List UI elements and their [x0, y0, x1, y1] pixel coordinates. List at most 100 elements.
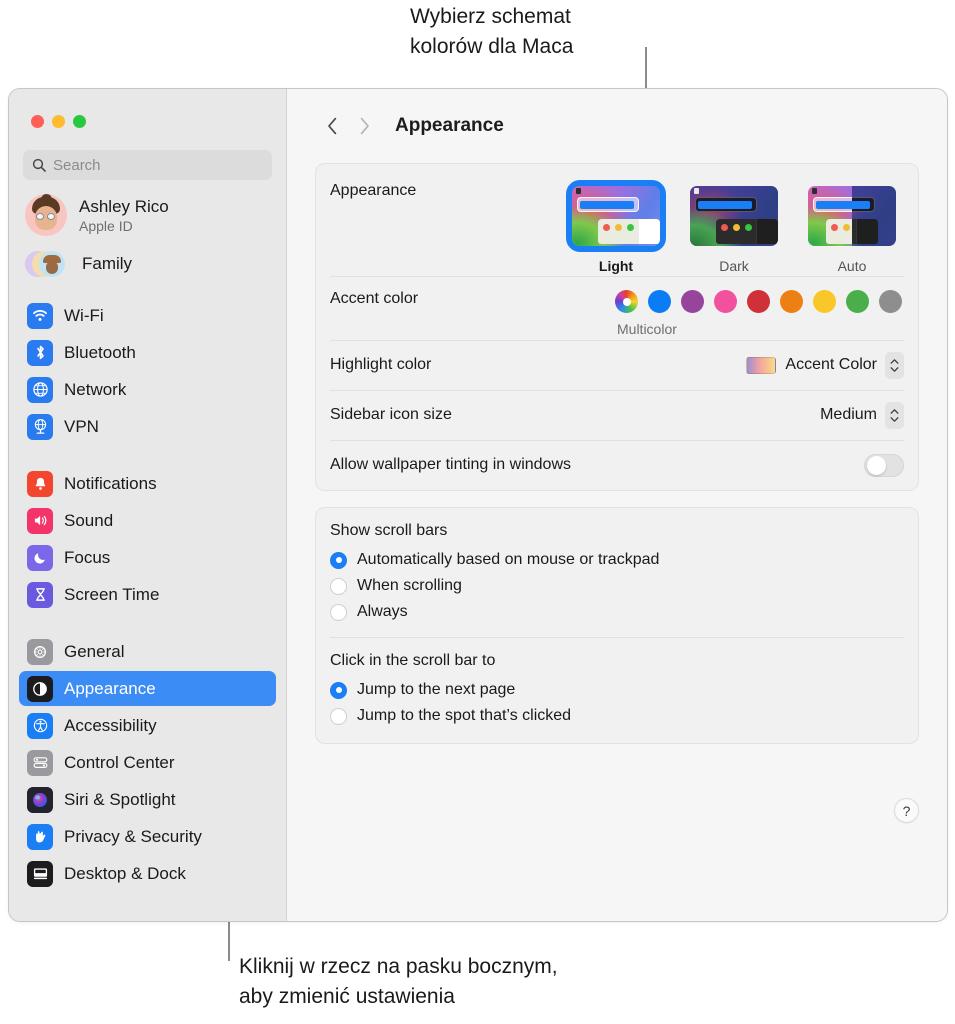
toggle-knob — [867, 456, 886, 475]
sidebar-item-network[interactable]: Network — [19, 372, 276, 407]
theme-picker: Light — [568, 182, 904, 274]
sidebar-item-label: Sound — [64, 511, 113, 531]
accent-swatch-pink[interactable] — [714, 290, 737, 313]
sidebar-item-label: Appearance — [64, 679, 156, 699]
toolbar: Appearance — [315, 89, 919, 163]
sidebar-item-desktop-dock[interactable]: Desktop & Dock — [19, 856, 276, 891]
help-button[interactable]: ? — [894, 798, 919, 823]
sidebar-item-label: Network — [64, 380, 126, 400]
chevron-left-icon — [327, 117, 338, 135]
accent-swatch-red[interactable] — [747, 290, 770, 313]
close-button[interactable] — [31, 115, 44, 128]
back-button[interactable] — [319, 113, 345, 139]
accent-swatch-blue[interactable] — [648, 290, 671, 313]
radio-button[interactable] — [330, 708, 347, 725]
radio-button[interactable] — [330, 682, 347, 699]
search-input[interactable]: Search — [23, 150, 272, 180]
sidebar-item-notifications[interactable]: Notifications — [19, 466, 276, 501]
sidebar-item-control-center[interactable]: Control Center — [19, 745, 276, 780]
sidebar-item-siri-spotlight[interactable]: Siri & Spotlight — [19, 782, 276, 817]
radio-button[interactable] — [330, 604, 347, 621]
radio-option-always[interactable]: Always — [330, 599, 904, 625]
theme-label-light: Light — [599, 258, 633, 274]
radio-button[interactable] — [330, 552, 347, 569]
radio-option-automatic[interactable]: Automatically based on mouse or trackpad — [330, 547, 904, 573]
highlight-color-row: Highlight color Accent Color — [330, 340, 904, 390]
wifi-icon — [27, 303, 53, 329]
radio-label: Jump to the spot that’s clicked — [357, 707, 571, 725]
accent-swatch-green[interactable] — [846, 290, 869, 313]
click-scroll-bar-label: Click in the scroll bar to — [330, 652, 904, 670]
highlight-color-value: Accent Color — [785, 356, 877, 374]
sidebar-group-network: Wi-Fi Bluetooth Network — [19, 290, 276, 444]
sidebar-item-sound[interactable]: Sound — [19, 503, 276, 538]
moon-icon — [27, 545, 53, 571]
accent-swatch-multicolor[interactable] — [615, 290, 638, 313]
scroll-bars-card: Show scroll bars Automatically based on … — [315, 507, 919, 744]
vpn-globe-icon — [27, 414, 53, 440]
sidebar-item-appearance[interactable]: Appearance — [19, 671, 276, 706]
radio-label: When scrolling — [357, 577, 462, 595]
sidebar-icon-size-label: Sidebar icon size — [330, 406, 452, 424]
account-subtitle: Apple ID — [79, 217, 169, 235]
accent-color-caption: Multicolor — [617, 321, 677, 337]
accent-color-row: Accent color Mul — [330, 276, 904, 340]
accent-swatch-yellow[interactable] — [813, 290, 836, 313]
sidebar-item-general[interactable]: General — [19, 634, 276, 669]
accent-swatch-graphite[interactable] — [879, 290, 902, 313]
radio-option-jump-next-page[interactable]: Jump to the next page — [330, 677, 904, 703]
sidebar-item-focus[interactable]: Focus — [19, 540, 276, 575]
minimize-button[interactable] — [52, 115, 65, 128]
accent-swatch-orange[interactable] — [780, 290, 803, 313]
content-pane: Appearance Appearance — [287, 89, 947, 921]
radio-option-when-scrolling[interactable]: When scrolling — [330, 573, 904, 599]
accent-swatch-purple[interactable] — [681, 290, 704, 313]
sidebar: Search Ashley Rico Apple ID — [9, 89, 287, 921]
accessibility-icon — [27, 713, 53, 739]
bluetooth-icon — [27, 340, 53, 366]
page-title: Appearance — [395, 115, 504, 137]
sidebar-item-label: VPN — [64, 417, 99, 437]
theme-option-auto[interactable]: Auto — [804, 182, 900, 274]
highlight-color-label: Highlight color — [330, 356, 431, 374]
wallpaper-tinting-toggle[interactable] — [864, 454, 904, 477]
sidebar-item-accessibility[interactable]: Accessibility — [19, 708, 276, 743]
sidebar-item-wi-fi[interactable]: Wi-Fi — [19, 298, 276, 333]
theme-thumb-light[interactable] — [568, 182, 664, 250]
account-row[interactable]: Ashley Rico Apple ID — [19, 180, 276, 242]
appearance-row: Appearance — [330, 164, 904, 276]
hand-icon — [27, 824, 53, 850]
chevron-right-icon — [359, 117, 370, 135]
theme-thumb-dark[interactable] — [686, 182, 782, 250]
bell-icon — [27, 471, 53, 497]
radio-button[interactable] — [330, 578, 347, 595]
system-settings-window: Search Ashley Rico Apple ID — [8, 88, 948, 922]
sidebar-item-family[interactable]: Family — [19, 242, 276, 290]
chevron-down-icon — [890, 367, 899, 372]
theme-option-light[interactable]: Light — [568, 182, 664, 274]
highlight-color-popup-button[interactable] — [885, 352, 904, 379]
sidebar-item-label: Privacy & Security — [64, 827, 202, 847]
sidebar-item-label: Wi-Fi — [64, 306, 104, 326]
sidebar-item-label: Bluetooth — [64, 343, 136, 363]
sidebar-item-label: Siri & Spotlight — [64, 790, 176, 810]
theme-option-dark[interactable]: Dark — [686, 182, 782, 274]
sidebar-group-system: Notifications Sound Focus — [19, 458, 276, 612]
desktop-dock-icon — [27, 861, 53, 887]
accent-swatches — [615, 290, 904, 313]
sidebar-icon-size-popup-button[interactable] — [885, 402, 904, 429]
forward-button[interactable] — [351, 113, 377, 139]
sidebar-scroll-fade — [9, 895, 286, 921]
family-avatars-icon — [25, 248, 71, 280]
sidebar-item-screen-time[interactable]: Screen Time — [19, 577, 276, 612]
sidebar-item-privacy-security[interactable]: Privacy & Security — [19, 819, 276, 854]
theme-label-dark: Dark — [719, 258, 749, 274]
zoom-button[interactable] — [73, 115, 86, 128]
divider — [330, 637, 904, 638]
radio-label: Always — [357, 603, 408, 621]
theme-thumb-auto[interactable] — [804, 182, 900, 250]
sidebar-item-bluetooth[interactable]: Bluetooth — [19, 335, 276, 370]
sidebar-item-vpn[interactable]: VPN — [19, 409, 276, 444]
wallpaper-tinting-label: Allow wallpaper tinting in windows — [330, 456, 571, 474]
radio-option-jump-to-spot[interactable]: Jump to the spot that’s clicked — [330, 703, 904, 729]
